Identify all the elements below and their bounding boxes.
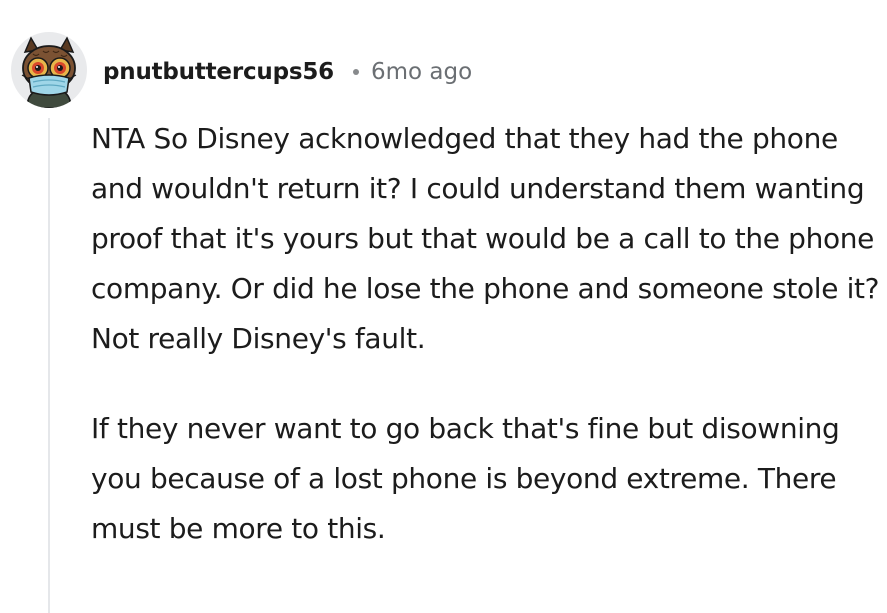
owl-with-face-mask-icon: [21, 36, 77, 108]
comment-meta: pnutbuttercups56 6mo ago: [103, 50, 472, 94]
comment-paragraph-1: NTA So Disney acknowledged that they had…: [91, 122, 880, 355]
thread-line[interactable]: [48, 118, 50, 613]
separator-dot: [352, 69, 359, 75]
comment: pnutbuttercups56 6mo ago NTA So Disney a…: [0, 0, 887, 613]
comment-body: NTA So Disney acknowledged that they had…: [91, 114, 881, 554]
timestamp[interactable]: 6mo ago: [371, 59, 472, 85]
comment-paragraph-2: If they never want to go back that's fin…: [91, 412, 840, 545]
username-link[interactable]: pnutbuttercups56: [103, 59, 334, 85]
avatar[interactable]: [11, 32, 87, 108]
